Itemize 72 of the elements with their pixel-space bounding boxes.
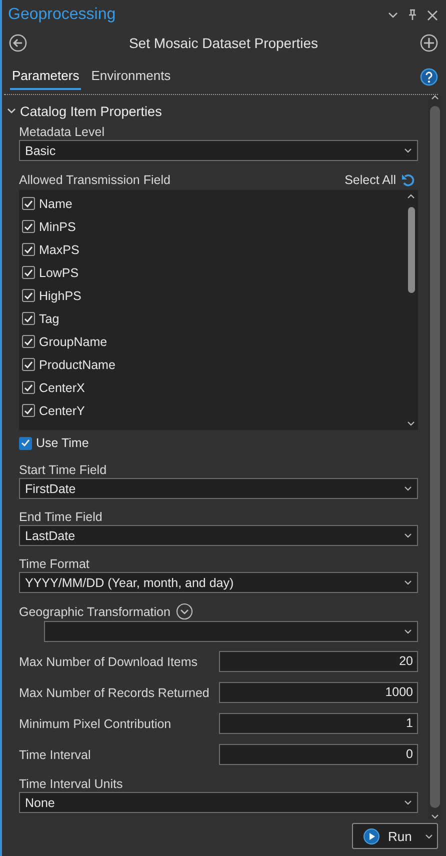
parameter-label: Time Interval Units — [19, 776, 124, 792]
number-field[interactable]: 1000 — [219, 682, 418, 703]
checkbox-label: Tag — [39, 312, 60, 326]
tab[interactable]: Environments — [89, 68, 173, 90]
caret-icon — [404, 533, 412, 538]
checkbox-label: MinPS — [39, 220, 76, 234]
checkbox-label: Name — [39, 196, 72, 210]
checkbox-label: HighPS — [39, 288, 82, 302]
caret-icon — [404, 148, 412, 153]
scroll-down-icon — [431, 814, 439, 819]
dropdown[interactable]: LastDate — [19, 525, 418, 546]
expand-icon[interactable] — [176, 603, 194, 620]
checkbox-label: ProductName — [39, 358, 116, 372]
dropdown[interactable]: Basic — [19, 140, 418, 161]
run-button[interactable]: Run — [352, 823, 438, 849]
back-icon[interactable] — [9, 34, 27, 52]
tool-title: Set Mosaic Dataset Properties — [128, 35, 320, 51]
number-field[interactable]: 0 — [219, 744, 418, 765]
dropdown[interactable] — [44, 621, 418, 642]
parameter-label: Start Time Field — [19, 462, 108, 478]
number-field[interactable]: 1 — [219, 713, 418, 734]
help-icon[interactable] — [420, 68, 438, 86]
parameter-label: Time Format — [19, 556, 90, 572]
reset-icon[interactable] — [401, 172, 416, 186]
close-icon[interactable] — [427, 10, 438, 20]
parameter-label: Geographic Transformation — [19, 604, 170, 618]
checkbox-label: Use Time — [36, 436, 89, 450]
checkbox-label: GroupName — [39, 334, 108, 348]
group-title[interactable]: Catalog Item Properties — [20, 104, 162, 118]
checkbox-label: LowPS — [39, 266, 79, 280]
caret-icon — [425, 834, 433, 838]
checkbox[interactable] — [22, 220, 35, 233]
collapse-icon[interactable] — [7, 108, 16, 114]
dropdown[interactable]: YYYY/MM/DD (Year, month, and day) — [19, 572, 418, 593]
checkbox[interactable] — [22, 266, 35, 279]
select-all-link[interactable]: Select All — [344, 172, 396, 186]
parameter-label: Minimum Pixel Contribution — [19, 716, 172, 732]
parameter-label: End Time Field — [19, 508, 104, 525]
caret-icon — [404, 629, 412, 634]
caret-icon — [404, 800, 412, 805]
checkbox-label: CenterY — [39, 404, 85, 418]
dropdown[interactable]: FirstDate — [19, 478, 418, 499]
panel-title: Geoprocessing — [8, 6, 117, 24]
checkbox[interactable] — [22, 358, 35, 371]
parameter-label: Allowed Transmission Field — [19, 172, 172, 188]
caret-icon — [404, 486, 412, 491]
dropdown-icon[interactable] — [388, 12, 398, 18]
checkbox[interactable] — [22, 381, 35, 394]
pin-icon[interactable] — [408, 9, 417, 21]
number-field[interactable]: 20 — [219, 651, 418, 672]
checkbox-label: MaxPS — [39, 242, 80, 256]
parameter-label: Max Number of Records Returned — [19, 684, 210, 701]
checkbox[interactable] — [22, 289, 35, 302]
scroll-up-icon — [407, 194, 415, 199]
checkbox-label: CenterX — [39, 380, 85, 394]
tab[interactable]: Parameters — [10, 68, 82, 90]
add-icon[interactable] — [420, 34, 438, 52]
checkbox[interactable] — [22, 312, 35, 325]
parameter-label: Metadata Level — [19, 124, 106, 140]
play-icon — [363, 828, 380, 844]
caret-icon — [404, 580, 412, 585]
checkbox[interactable] — [22, 335, 35, 348]
scrollbar[interactable] — [428, 95, 442, 819]
checkbox[interactable] — [19, 436, 32, 450]
parameter-label: Max Number of Download Items — [19, 654, 199, 670]
scroll-up-icon — [431, 95, 439, 100]
parameter-label: Time Interval — [19, 746, 92, 763]
checkbox[interactable] — [22, 197, 35, 210]
dropdown[interactable]: None — [19, 792, 418, 813]
checkbox[interactable] — [22, 404, 35, 417]
scroll-down-icon — [407, 421, 415, 426]
checkbox[interactable] — [22, 243, 35, 256]
